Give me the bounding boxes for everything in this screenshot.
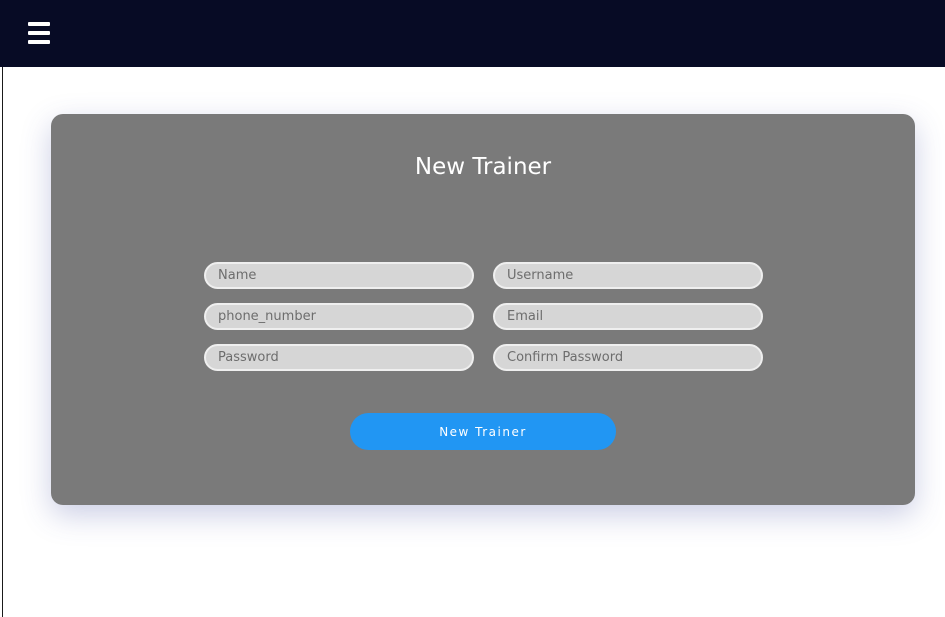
page-edge-divider <box>2 67 3 617</box>
menu-bar-line <box>28 22 50 26</box>
name-input[interactable] <box>204 262 474 289</box>
new-trainer-submit-button[interactable]: New Trainer <box>350 413 616 450</box>
username-input[interactable] <box>493 262 763 289</box>
confirm-password-input[interactable] <box>493 344 763 371</box>
email-input[interactable] <box>493 303 763 330</box>
new-trainer-form-card: New Trainer New Trainer <box>51 114 915 505</box>
menu-bar-line <box>28 40 50 44</box>
hamburger-menu-icon[interactable] <box>28 22 50 44</box>
phone-number-input[interactable] <box>204 303 474 330</box>
top-navbar <box>0 0 945 67</box>
menu-bar-line <box>28 31 50 35</box>
password-input[interactable] <box>204 344 474 371</box>
form-title: New Trainer <box>414 154 552 180</box>
